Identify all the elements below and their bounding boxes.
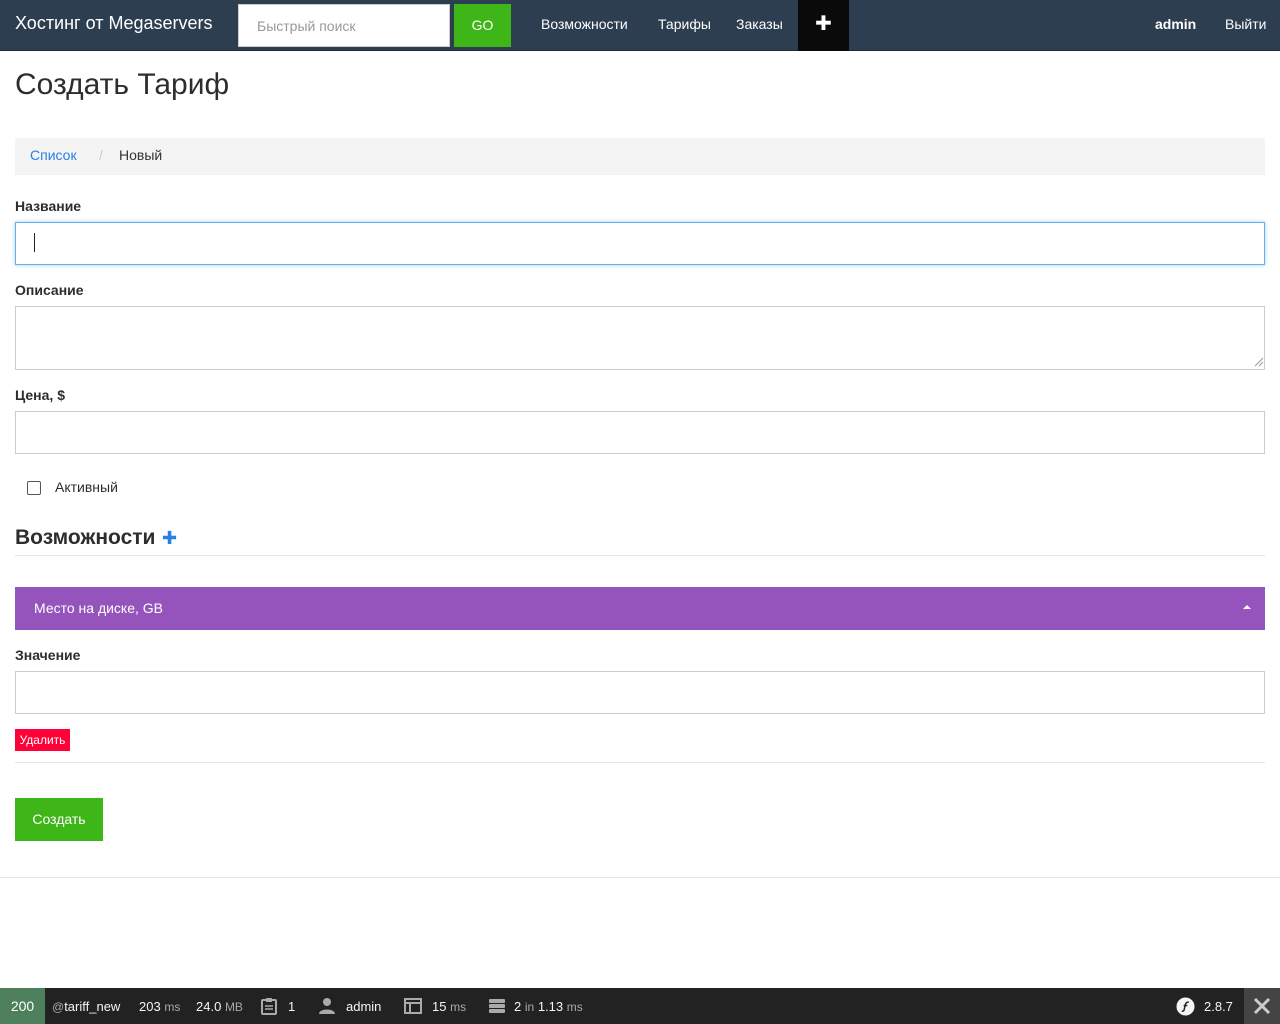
nav-link-features[interactable]: Возможности: [541, 16, 628, 32]
breadcrumb-list-link[interactable]: Список: [30, 147, 77, 163]
description-textarea[interactable]: [15, 306, 1265, 370]
render-time-item[interactable]: 15 ms: [432, 999, 466, 1014]
db-time-value: 1.13: [537, 999, 564, 1014]
nav-link-orders[interactable]: Заказы: [736, 16, 783, 32]
footer-divider: [0, 877, 1280, 878]
status-code-badge[interactable]: 200: [0, 988, 45, 1024]
active-checkbox-label[interactable]: Активный: [55, 479, 118, 495]
feature-value-input[interactable]: [15, 671, 1265, 714]
db-time-unit: ms: [566, 1000, 583, 1014]
caret-up-icon[interactable]: [1243, 605, 1251, 609]
active-checkbox[interactable]: [27, 481, 41, 495]
route-item[interactable]: @tariff_new: [52, 999, 120, 1014]
price-input[interactable]: [15, 411, 1265, 454]
text-cursor: [34, 233, 35, 252]
name-input[interactable]: [15, 222, 1265, 265]
db-queries-count: 2: [514, 999, 522, 1014]
template-icon: [404, 998, 422, 1014]
top-navbar: Хостинг от Megaservers GO Возможности Та…: [0, 0, 1280, 51]
form-clipboard-icon: [261, 998, 277, 1015]
toolbar-user[interactable]: admin: [346, 999, 381, 1014]
nav-link-tariffs[interactable]: Тарифы: [658, 16, 711, 32]
memory-item[interactable]: 24.0 MB: [196, 999, 243, 1014]
value-label: Значение: [15, 647, 81, 663]
database-icon: [489, 999, 505, 1013]
request-time-unit: ms: [164, 1000, 181, 1014]
search-go-button[interactable]: GO: [454, 4, 511, 47]
breadcrumb-current: Новый: [119, 147, 163, 163]
price-label: Цена, $: [15, 387, 65, 403]
description-label: Описание: [15, 282, 84, 298]
quick-search-input[interactable]: [238, 4, 450, 47]
breadcrumb-separator: /: [99, 147, 103, 163]
render-time-value: 15: [432, 999, 447, 1014]
add-new-icon[interactable]: ✚: [798, 0, 849, 51]
symfony-logo-icon: [1176, 997, 1195, 1016]
request-time-value: 203: [139, 999, 161, 1014]
name-label: Название: [15, 198, 82, 214]
logout-link[interactable]: Выйти: [1225, 16, 1266, 32]
forms-count[interactable]: 1: [288, 999, 295, 1014]
page-title: Создать Тариф: [15, 68, 230, 101]
feature-panel-title: Место на диске, GB: [34, 600, 164, 616]
features-section-title: Возможности: [15, 526, 156, 549]
memory-unit: MB: [224, 1000, 243, 1014]
route-name: tariff_new: [64, 999, 121, 1014]
section-divider: [15, 555, 1265, 556]
create-button[interactable]: Создать: [15, 798, 103, 841]
add-feature-icon[interactable]: ✚: [162, 528, 177, 549]
user-icon: [319, 998, 335, 1014]
brand-link[interactable]: Хостинг от Megaservers: [15, 13, 213, 34]
breadcrumb: Список / Новый: [15, 138, 1265, 175]
resize-grip-icon[interactable]: [1254, 357, 1264, 367]
request-time-item[interactable]: 203 ms: [139, 999, 180, 1014]
close-icon: [1253, 997, 1271, 1015]
memory-value: 24.0: [196, 999, 222, 1014]
db-in-text: in: [524, 1000, 535, 1014]
render-time-unit: ms: [450, 1000, 467, 1014]
feature-divider: [15, 762, 1265, 763]
delete-feature-button[interactable]: Удалить: [15, 729, 70, 751]
close-toolbar-button[interactable]: [1244, 988, 1280, 1024]
debug-toolbar: 200 @tariff_new 203 ms 24.0 MB 1 admin 1…: [0, 988, 1280, 1024]
symfony-version[interactable]: 2.8.7: [1204, 999, 1233, 1014]
feature-panel-heading[interactable]: Место на диске, GB: [15, 587, 1265, 630]
db-queries-item[interactable]: 2 in 1.13 ms: [514, 999, 583, 1014]
current-user[interactable]: admin: [1155, 16, 1196, 32]
